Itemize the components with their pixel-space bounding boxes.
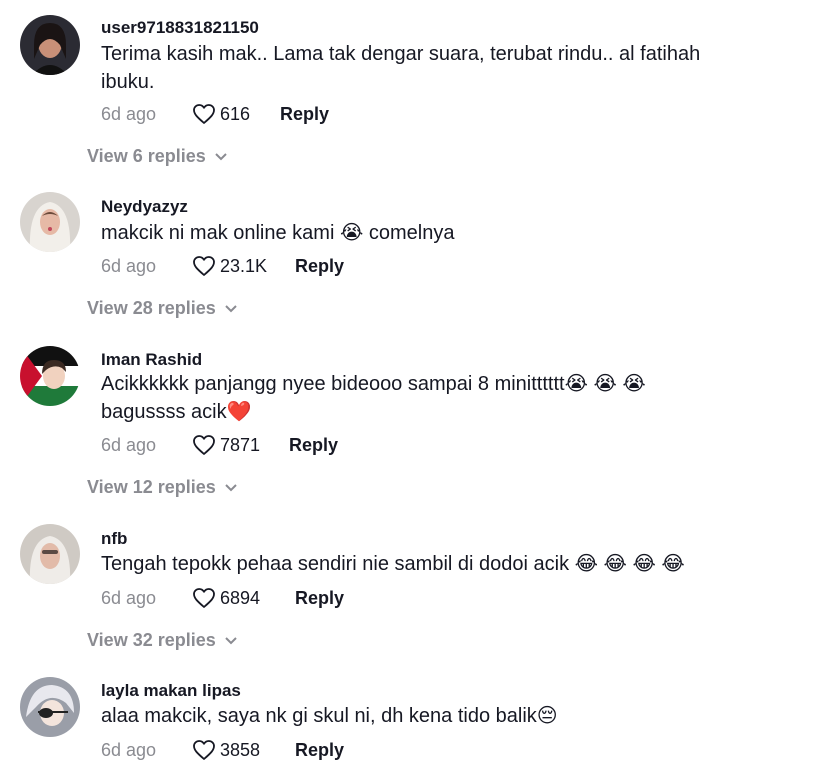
comment-text: makcik ni mak online kami 😭 comelnya (101, 222, 455, 244)
comment-username[interactable]: Neydyazyz (101, 197, 188, 217)
chevron-down-icon (225, 483, 237, 491)
view-replies-label: View 12 replies (87, 477, 216, 497)
comment-time: 6d ago (101, 587, 157, 608)
like-count: 23.1K (220, 255, 268, 276)
avatar[interactable] (20, 15, 80, 75)
avatar-image (20, 524, 80, 584)
heart-outline-icon (193, 104, 215, 124)
view-replies-label: View 28 replies (87, 298, 216, 318)
heart-outline-icon (193, 588, 215, 608)
like-button[interactable]: 616 (192, 100, 250, 128)
reply-button[interactable]: Reply (295, 736, 344, 764)
chevron-down-icon (225, 304, 237, 312)
comment-time: 6d ago (101, 434, 157, 455)
heart-outline-icon (193, 435, 215, 455)
view-replies-button[interactable]: View 6 replies (87, 146, 228, 167)
reply-button[interactable]: Reply (295, 584, 344, 612)
reply-button[interactable]: Reply (280, 100, 329, 128)
avatar[interactable] (20, 524, 80, 584)
comment-text: Tengah tepokk pehaa sendiri nie sambil d… (101, 553, 685, 575)
comment-time: 6d ago (101, 255, 157, 276)
heart-outline-icon (193, 740, 215, 760)
view-replies-label: View 32 replies (87, 630, 216, 650)
like-button[interactable]: 23.1K (192, 252, 267, 280)
like-count: 616 (220, 103, 251, 124)
comment-meta: 6d ago 616 Reply (101, 100, 801, 128)
avatar[interactable] (20, 346, 80, 406)
avatar-image (20, 192, 80, 252)
like-count: 6894 (220, 587, 261, 608)
comment-meta: 6d ago 7871 Reply (101, 431, 801, 459)
comment-text: Acikkkkkk panjangg nyee bideooo sampai 8… (101, 373, 646, 423)
chevron-down-icon (225, 636, 237, 644)
reply-button[interactable]: Reply (295, 252, 344, 280)
reply-button[interactable]: Reply (289, 431, 338, 459)
avatar[interactable] (20, 192, 80, 252)
view-replies-button[interactable]: View 32 replies (87, 630, 238, 651)
comment-username[interactable]: nfb (101, 529, 127, 549)
avatar[interactable] (20, 677, 80, 737)
comment-meta: 6d ago 3858 Reply (101, 736, 801, 764)
view-replies-label: View 6 replies (87, 146, 206, 166)
comment-time: 6d ago (101, 103, 157, 124)
comment-text: alaa makcik, saya nk gi skul ni, dh kena… (101, 705, 558, 727)
comment-text: Terima kasih mak.. Lama tak dengar suara… (101, 43, 701, 93)
like-button[interactable]: 6894 (192, 584, 260, 612)
like-button[interactable]: 7871 (192, 431, 260, 459)
like-count: 3858 (220, 739, 261, 760)
view-replies-button[interactable]: View 28 replies (87, 298, 238, 319)
like-count: 7871 (220, 434, 261, 455)
view-replies-button[interactable]: View 12 replies (87, 477, 238, 498)
comment-username[interactable]: layla makan lipas (101, 681, 241, 701)
comment-meta: 6d ago 23.1K Reply (101, 252, 801, 280)
comment-time: 6d ago (101, 739, 157, 760)
avatar-image (20, 677, 80, 737)
comment-username[interactable]: Iman Rashid (101, 350, 202, 370)
heart-outline-icon (193, 256, 215, 276)
like-button[interactable]: 3858 (192, 736, 260, 764)
comment-meta: 6d ago 6894 Reply (101, 584, 801, 612)
chevron-down-icon (215, 152, 227, 160)
avatar-image (20, 346, 80, 406)
comment-username[interactable]: user9718831821150 (101, 18, 259, 38)
avatar-image (20, 15, 80, 75)
